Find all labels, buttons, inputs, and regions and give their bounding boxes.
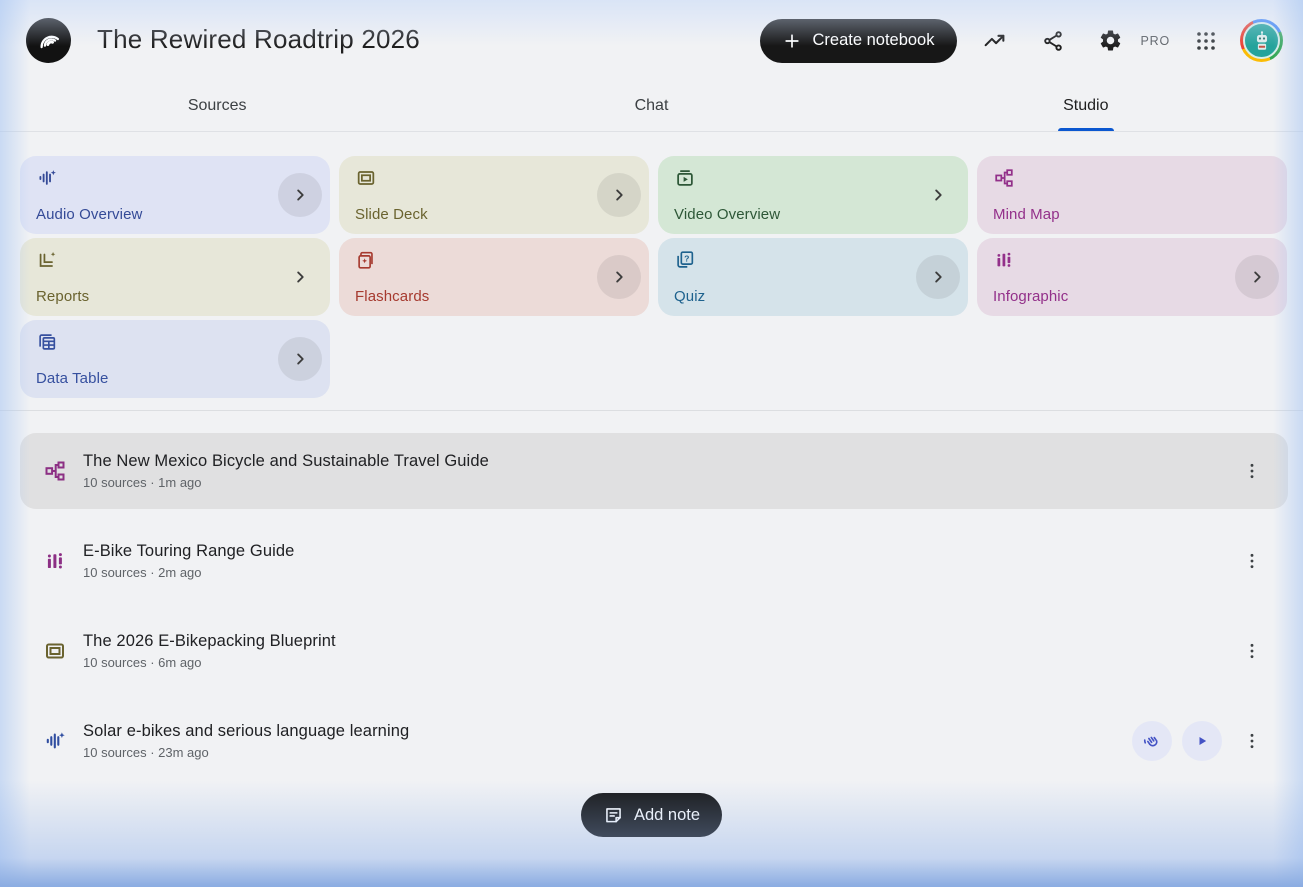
tab-chat-label: Chat — [634, 96, 669, 114]
add-note-button[interactable]: Add note — [580, 793, 723, 837]
artifact-meta: 10 sources · 6m ago — [83, 655, 202, 670]
artifact-row-infographic[interactable]: E-Bike Touring Range Guide 10 sources · … — [20, 523, 1288, 599]
artifact-row-slide-deck[interactable]: The 2026 E-Bikepacking Blueprint 10 sour… — [20, 613, 1288, 689]
artifact-title: E-Bike Touring Range Guide — [83, 542, 295, 560]
mind-map-icon — [42, 459, 68, 483]
studio-card-label: Mind Map — [993, 206, 1060, 223]
studio-card-label: Infographic — [993, 288, 1069, 305]
create-notebook-button[interactable]: Create notebook — [760, 18, 957, 63]
studio-card-label: Reports — [36, 288, 90, 305]
chevron-right-icon[interactable] — [1235, 255, 1279, 299]
play-icon[interactable] — [1182, 721, 1222, 761]
header-actions: Create notebook PRO — [760, 18, 1283, 63]
create-notebook-label: Create notebook — [812, 31, 935, 49]
artifact-text: The 2026 E-Bikepacking Blueprint 10 sour… — [83, 632, 1232, 670]
share-icon[interactable] — [1033, 21, 1073, 61]
mind-map-icon — [993, 167, 1015, 194]
pro-badge: PRO — [1140, 33, 1170, 48]
artifact-meta: 10 sources · 23m ago — [83, 745, 209, 760]
chevron-right-icon[interactable] — [916, 173, 960, 217]
studio-card-infographic[interactable]: Infographic — [977, 238, 1287, 316]
tab-sources[interactable]: Sources — [0, 80, 434, 131]
studio-output-cards: Audio Overview Slide Deck Video Overview… — [20, 156, 1289, 398]
svg-text:?: ? — [684, 253, 689, 263]
studio-card-reports[interactable]: Reports — [20, 238, 330, 316]
more-options-icon[interactable] — [1240, 541, 1264, 581]
artifact-actions — [1132, 721, 1264, 761]
studio-card-label: Slide Deck — [355, 206, 428, 223]
notebooklm-logo[interactable] — [26, 18, 71, 63]
reports-sparkle-icon — [36, 249, 58, 276]
video-overview-icon — [674, 167, 696, 194]
studio-card-flashcards[interactable]: Flashcards — [339, 238, 649, 316]
slide-deck-icon — [355, 167, 377, 194]
add-note-label: Add note — [633, 805, 701, 824]
logo-arcs-icon — [39, 35, 59, 48]
studio-card-label: Video Overview — [674, 206, 781, 223]
chevron-right-icon[interactable] — [597, 255, 641, 299]
quiz-icon: ? — [674, 249, 696, 276]
avatar-robot-image — [1243, 22, 1280, 59]
app-header: The Rewired Roadtrip 2026 Create noteboo… — [0, 0, 1303, 80]
infographic-icon — [993, 249, 1015, 276]
slide-deck-icon — [42, 639, 68, 663]
analytics-trending-up-icon[interactable] — [975, 21, 1015, 61]
notebook-title[interactable]: The Rewired Roadtrip 2026 — [97, 24, 420, 55]
artifact-row-audio-overview[interactable]: Solar e-bikes and serious language learn… — [20, 703, 1288, 779]
audio-waveform-sparkle-icon — [42, 729, 68, 753]
artifact-title: Solar e-bikes and serious language learn… — [83, 722, 410, 740]
section-divider — [0, 410, 1303, 411]
chevron-right-icon[interactable] — [278, 337, 322, 381]
tab-chat[interactable]: Chat — [434, 80, 868, 131]
studio-artifact-list: The New Mexico Bicycle and Sustainable T… — [20, 433, 1288, 779]
artifact-text: E-Bike Touring Range Guide 10 sources · … — [83, 542, 1232, 580]
infographic-icon — [42, 549, 68, 573]
more-options-icon[interactable] — [1240, 451, 1264, 491]
settings-gear-icon[interactable] — [1091, 21, 1131, 61]
studio-card-video-overview[interactable]: Video Overview — [658, 156, 968, 234]
studio-card-audio-overview[interactable]: Audio Overview — [20, 156, 330, 234]
artifact-title: The 2026 E-Bikepacking Blueprint — [83, 632, 336, 650]
add-note-container: Add note — [0, 793, 1303, 837]
active-tab-indicator — [1057, 128, 1114, 131]
studio-card-label: Data Table — [36, 370, 109, 387]
artifact-actions — [1232, 451, 1264, 491]
chevron-right-icon[interactable] — [597, 173, 641, 217]
interactive-mode-hand-icon[interactable] — [1132, 721, 1172, 761]
chevron-right-icon[interactable] — [278, 255, 322, 299]
artifact-meta: 10 sources · 2m ago — [83, 565, 202, 580]
studio-card-label: Audio Overview — [36, 206, 143, 223]
notebooklm-studio-page: The Rewired Roadtrip 2026 Create noteboo… — [0, 0, 1303, 887]
studio-card-mind-map[interactable]: Mind Map — [977, 156, 1287, 234]
chevron-right-icon[interactable] — [916, 255, 960, 299]
studio-card-data-table[interactable]: Data Table — [20, 320, 330, 398]
artifact-meta: 10 sources · 1m ago — [83, 475, 202, 490]
flashcards-icon — [355, 249, 377, 276]
data-table-icon — [36, 331, 58, 358]
artifact-text: The New Mexico Bicycle and Sustainable T… — [83, 452, 1232, 490]
audio-waveform-sparkle-icon — [36, 167, 58, 194]
more-options-icon[interactable] — [1240, 631, 1264, 671]
tab-studio-label: Studio — [1063, 96, 1109, 114]
apps-grid-icon[interactable] — [1186, 21, 1226, 61]
tab-studio[interactable]: Studio — [869, 80, 1303, 131]
artifact-actions — [1232, 541, 1264, 581]
artifact-actions — [1232, 631, 1264, 671]
panel-tabs: Sources Chat Studio — [0, 80, 1303, 132]
account-avatar[interactable] — [1240, 19, 1283, 62]
studio-card-slide-deck[interactable]: Slide Deck — [339, 156, 649, 234]
tab-sources-label: Sources — [187, 96, 247, 114]
artifact-title: The New Mexico Bicycle and Sustainable T… — [83, 452, 489, 470]
studio-card-quiz[interactable]: ? Quiz — [658, 238, 968, 316]
note-icon — [606, 807, 621, 822]
more-options-icon[interactable] — [1240, 721, 1264, 761]
plus-icon — [785, 33, 800, 48]
studio-card-label: Quiz — [674, 288, 706, 305]
artifact-row-mind-map[interactable]: The New Mexico Bicycle and Sustainable T… — [20, 433, 1288, 509]
studio-card-label: Flashcards — [355, 288, 430, 305]
artifact-text: Solar e-bikes and serious language learn… — [83, 722, 1132, 760]
chevron-right-icon[interactable] — [278, 173, 322, 217]
